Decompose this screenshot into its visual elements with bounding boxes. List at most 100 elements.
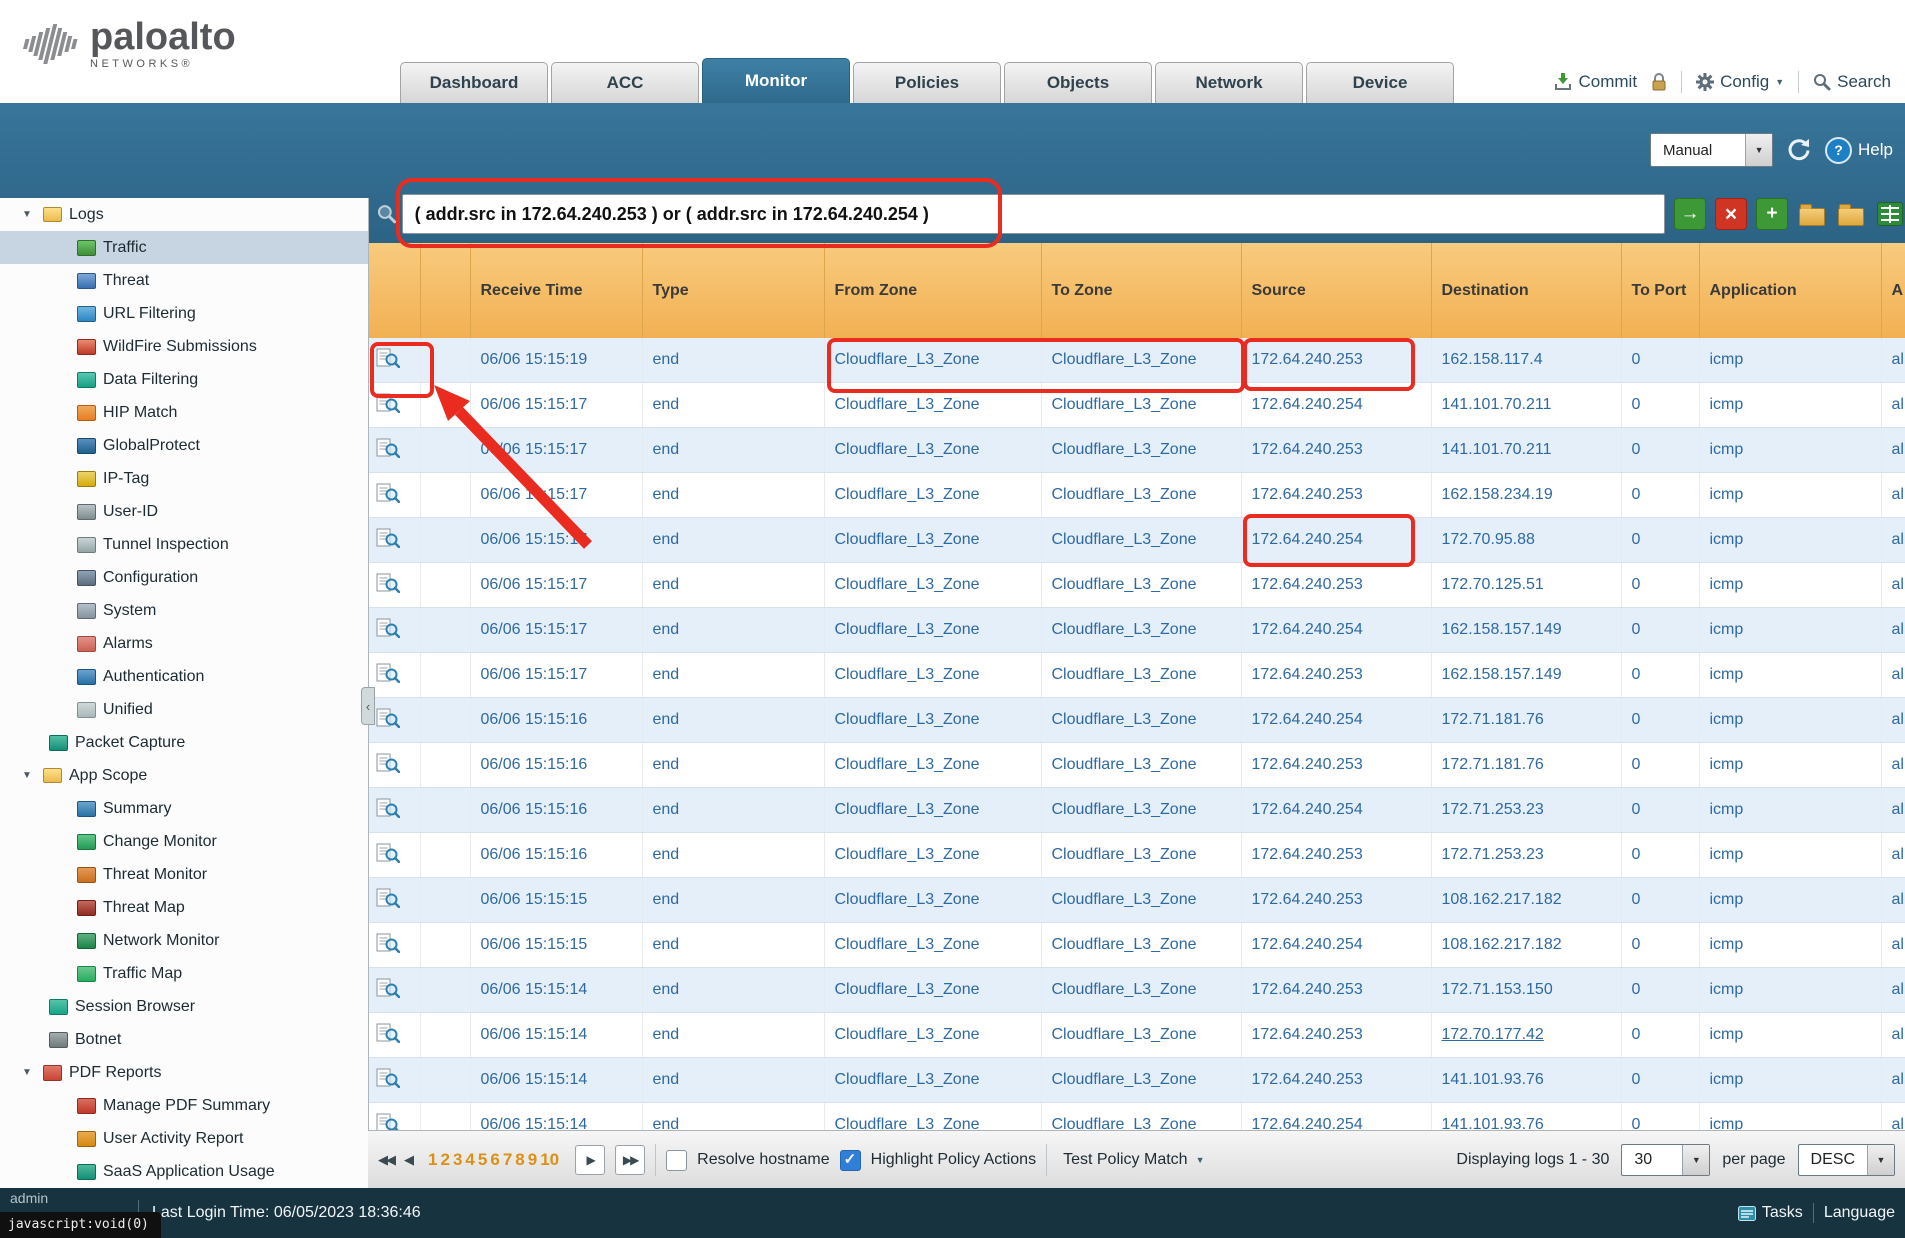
page-number[interactable]: 10 xyxy=(540,1150,559,1170)
column-header-to-zone[interactable]: To Zone xyxy=(1041,243,1241,338)
sidebar-item[interactable]: User-ID xyxy=(0,495,368,528)
cell-source[interactable]: 172.64.240.253 xyxy=(1241,473,1431,518)
cell-from-zone[interactable]: Cloudflare_L3_Zone xyxy=(824,383,1041,428)
cell-source[interactable]: 172.64.240.254 xyxy=(1241,923,1431,968)
cell-from-zone[interactable]: Cloudflare_L3_Zone xyxy=(824,1013,1041,1058)
cell-source[interactable]: 172.64.240.253 xyxy=(1241,563,1431,608)
sidebar-item[interactable]: HIP Match xyxy=(0,396,368,429)
cell-from-zone[interactable]: Cloudflare_L3_Zone xyxy=(824,698,1041,743)
cell-source[interactable]: 172.64.240.254 xyxy=(1241,1103,1431,1131)
cell-source[interactable]: 172.64.240.254 xyxy=(1241,383,1431,428)
cell-from-zone[interactable]: Cloudflare_L3_Zone xyxy=(824,923,1041,968)
cell-application[interactable]: icmp xyxy=(1699,518,1881,563)
sidebar-item[interactable]: Threat Map xyxy=(0,891,368,924)
destination-value[interactable]: 108.162.217.182 xyxy=(1442,936,1562,953)
log-detail-icon[interactable] xyxy=(376,483,400,503)
chevron-down-icon[interactable] xyxy=(1682,1145,1709,1175)
cell-application[interactable]: icmp xyxy=(1699,1058,1881,1103)
cell-receive-time[interactable]: 06/06 15:15:16 xyxy=(470,743,642,788)
cell-application[interactable]: icmp xyxy=(1699,338,1881,383)
cell-to-port[interactable]: 0 xyxy=(1621,788,1699,833)
cell-destination[interactable]: 141.101.70.211 xyxy=(1431,428,1621,473)
cell-receive-time[interactable]: 06/06 15:15:17 xyxy=(470,473,642,518)
cell-action[interactable]: al xyxy=(1881,923,1905,968)
page-number[interactable]: 7 xyxy=(503,1150,512,1170)
cell-action[interactable]: al xyxy=(1881,1058,1905,1103)
cell-source[interactable]: 172.64.240.254 xyxy=(1241,608,1431,653)
cell-to-zone[interactable]: Cloudflare_L3_Zone xyxy=(1041,788,1241,833)
log-detail-icon[interactable] xyxy=(376,348,400,368)
cell-to-port[interactable]: 0 xyxy=(1621,608,1699,653)
log-detail-icon[interactable] xyxy=(376,708,400,728)
log-detail-icon[interactable] xyxy=(376,1113,400,1131)
column-header-destination[interactable]: Destination xyxy=(1431,243,1621,338)
cell-to-zone[interactable]: Cloudflare_L3_Zone xyxy=(1041,608,1241,653)
cell-source[interactable]: 172.64.240.253 xyxy=(1241,1058,1431,1103)
sidebar-item[interactable]: Logs xyxy=(0,198,368,231)
table-row[interactable]: 06/06 15:15:15 end Cloudflare_L3_Zone Cl… xyxy=(368,878,1905,923)
cell-destination[interactable]: 162.158.157.149 xyxy=(1431,653,1621,698)
cell-application[interactable]: icmp xyxy=(1699,1103,1881,1131)
cell-source[interactable]: 172.64.240.253 xyxy=(1241,428,1431,473)
logged-in-user[interactable]: admin xyxy=(10,1190,48,1206)
cell-destination[interactable]: 141.101.93.76 xyxy=(1431,1058,1621,1103)
cell-application[interactable]: icmp xyxy=(1699,653,1881,698)
cell-to-port[interactable]: 0 xyxy=(1621,698,1699,743)
column-header-action[interactable]: A xyxy=(1881,243,1905,338)
cell-source[interactable]: 172.64.240.253 xyxy=(1241,743,1431,788)
cell-to-zone[interactable]: Cloudflare_L3_Zone xyxy=(1041,968,1241,1013)
cell-from-zone[interactable]: Cloudflare_L3_Zone xyxy=(824,1103,1041,1131)
cell-destination[interactable]: 162.158.234.19 xyxy=(1431,473,1621,518)
table-row[interactable]: 06/06 15:15:14 end Cloudflare_L3_Zone Cl… xyxy=(368,1103,1905,1131)
cell-destination[interactable]: 141.101.93.76 xyxy=(1431,1103,1621,1131)
cell-from-zone[interactable]: Cloudflare_L3_Zone xyxy=(824,473,1041,518)
cell-receive-time[interactable]: 06/06 15:15:15 xyxy=(470,923,642,968)
cell-to-zone[interactable]: Cloudflare_L3_Zone xyxy=(1041,383,1241,428)
cell-type[interactable]: end xyxy=(642,473,824,518)
cell-source[interactable]: 172.64.240.254 xyxy=(1241,698,1431,743)
cell-type[interactable]: end xyxy=(642,878,824,923)
destination-value[interactable]: 172.70.95.88 xyxy=(1442,531,1535,548)
cell-receive-time[interactable]: 06/06 15:15:17 xyxy=(470,653,642,698)
language-button[interactable]: Language xyxy=(1824,1204,1895,1222)
cell-action[interactable]: al xyxy=(1881,1103,1905,1131)
commit-button[interactable]: Commit xyxy=(1553,72,1638,92)
log-filter-input[interactable] xyxy=(402,194,1665,234)
sidebar-item[interactable]: WildFire Submissions xyxy=(0,330,368,363)
destination-value[interactable]: 162.158.117.4 xyxy=(1442,351,1543,368)
cell-action[interactable]: al xyxy=(1881,743,1905,788)
sidebar-item[interactable]: Summary xyxy=(0,792,368,825)
page-number[interactable]: 4 xyxy=(465,1150,474,1170)
cell-application[interactable]: icmp xyxy=(1699,788,1881,833)
cell-type[interactable]: end xyxy=(642,428,824,473)
cell-from-zone[interactable]: Cloudflare_L3_Zone xyxy=(824,338,1041,383)
table-row[interactable]: 06/06 15:15:17 end Cloudflare_L3_Zone Cl… xyxy=(368,518,1905,563)
export-icon[interactable] xyxy=(1875,199,1905,229)
cell-destination[interactable]: 108.162.217.182 xyxy=(1431,923,1621,968)
prev-page-button[interactable] xyxy=(404,1152,412,1168)
column-header-from-zone[interactable]: From Zone xyxy=(824,243,1041,338)
cell-type[interactable]: end xyxy=(642,383,824,428)
table-row[interactable]: 06/06 15:15:17 end Cloudflare_L3_Zone Cl… xyxy=(368,473,1905,518)
sidebar-item[interactable]: Threat Monitor xyxy=(0,858,368,891)
cell-to-port[interactable]: 0 xyxy=(1621,743,1699,788)
help-button[interactable]: Help xyxy=(1825,137,1893,164)
cell-type[interactable]: end xyxy=(642,338,824,383)
page-number[interactable]: 6 xyxy=(490,1150,499,1170)
table-row[interactable]: 06/06 15:15:17 end Cloudflare_L3_Zone Cl… xyxy=(368,608,1905,653)
cell-application[interactable]: icmp xyxy=(1699,833,1881,878)
refresh-mode-select[interactable]: Manual xyxy=(1650,133,1773,167)
column-header-application[interactable]: Application xyxy=(1699,243,1881,338)
clear-filter-icon[interactable] xyxy=(1715,198,1747,230)
cell-to-zone[interactable]: Cloudflare_L3_Zone xyxy=(1041,653,1241,698)
cell-source[interactable]: 172.64.240.253 xyxy=(1241,833,1431,878)
cell-application[interactable]: icmp xyxy=(1699,698,1881,743)
cell-type[interactable]: end xyxy=(642,788,824,833)
table-row[interactable]: 06/06 15:15:17 end Cloudflare_L3_Zone Cl… xyxy=(368,428,1905,473)
nav-tab[interactable]: Monitor xyxy=(702,58,850,103)
column-header-receive-time[interactable]: Receive Time xyxy=(470,243,642,338)
log-detail-icon[interactable] xyxy=(376,663,400,683)
sidebar-item[interactable]: SaaS Application Usage xyxy=(0,1155,368,1188)
cell-action[interactable]: al xyxy=(1881,878,1905,923)
cell-to-zone[interactable]: Cloudflare_L3_Zone xyxy=(1041,428,1241,473)
